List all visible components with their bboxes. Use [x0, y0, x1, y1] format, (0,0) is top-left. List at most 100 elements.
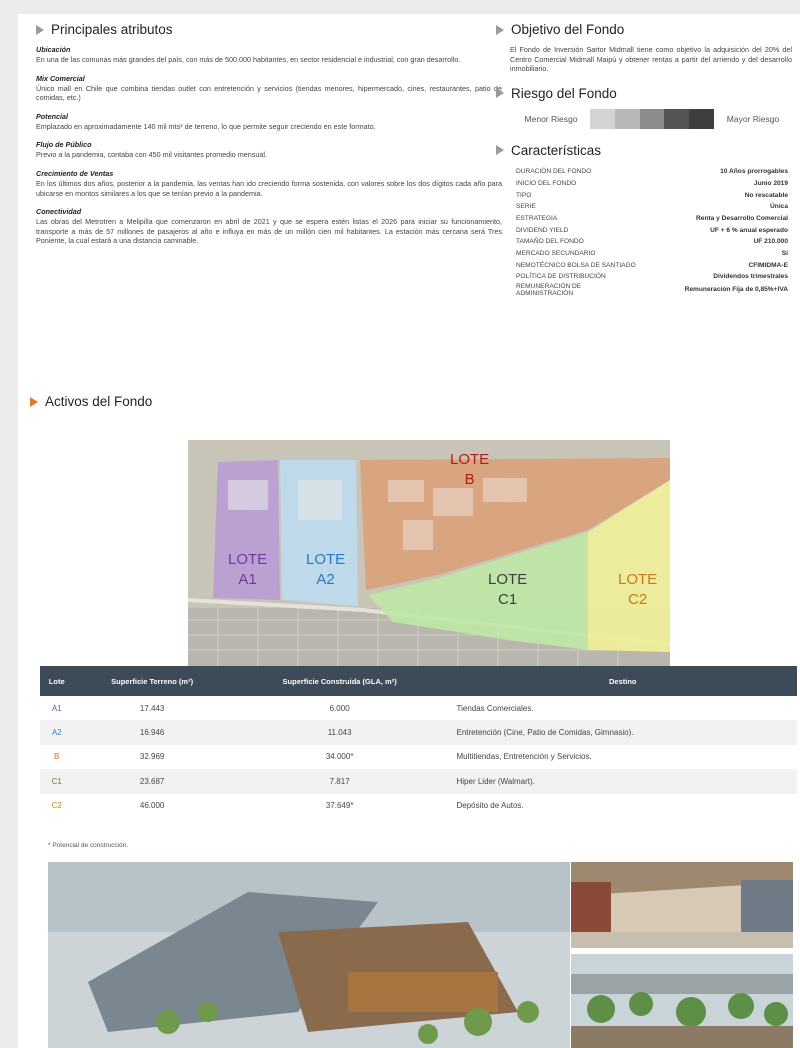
attribute-text: Previo a la pandemia, contaba con 450 mi…	[36, 150, 267, 160]
construida-cell: 7.817	[230, 769, 449, 794]
risk-level-segment	[664, 108, 690, 129]
caracteristica-row: TIPO No rescatable	[516, 189, 788, 201]
lot-label: LOTE B	[450, 450, 489, 490]
caracteristica-value: No rescatable	[744, 191, 788, 199]
attribute-title: Flujo de Público	[36, 140, 92, 150]
lot-label-id: B	[464, 471, 475, 488]
bullet-triangle-icon	[30, 396, 38, 407]
risk-level-segment	[590, 108, 615, 129]
caracteristica-key: SERIE	[516, 203, 536, 211]
attribute-text: Las obras del Metrotren a Melipilla que …	[36, 217, 502, 246]
lotes-header-cell: Superficie Terreno (m²)	[73, 666, 231, 696]
terreno-cell: 32.969	[139, 752, 165, 762]
construida-cell: 34.000*	[325, 752, 354, 762]
caracteristica-row: SERIE Única	[516, 201, 788, 213]
document-page: Principales atributos Ubicación En una de…	[18, 14, 800, 1048]
caracteristica-key: TAMAÑO DEL FONDO	[516, 238, 584, 246]
bullet-triangle-icon	[496, 24, 504, 35]
caracteristica-value: Dividendos trimestrales	[713, 273, 788, 281]
lot-label-word: LOTE	[306, 551, 346, 568]
objetivo-text: El Fondo de Inversión Sartor Midmall tie…	[510, 45, 792, 74]
caracteristica-value: Sí	[781, 249, 788, 257]
objetivo-heading: Objetivo del Fondo	[496, 22, 796, 37]
caracteristica-value: UF + 6 % anual esperado	[710, 226, 788, 234]
caracteristica-key: POLÍTICA DE DISTRIBUCIÓN	[516, 273, 606, 281]
attribute-title: Potencial	[36, 111, 68, 121]
table-row: C2 46.000 37.649* Depósito de Autos.	[40, 794, 797, 818]
caracteristica-key: MERCADO SECUNDARIO	[516, 249, 596, 257]
right-column: Objetivo del Fondo El Fondo de Inversión…	[496, 22, 796, 297]
lotes-header-cell: Destino	[448, 666, 797, 696]
lotes-header-cell: Superficie Construida (GLA, m²)	[230, 666, 449, 696]
lot-label-id: C1	[498, 591, 518, 608]
bullet-triangle-icon	[496, 145, 504, 156]
lot-label-id: C2	[628, 591, 648, 608]
lot-label-word: LOTE	[228, 551, 268, 568]
lot-label-word: LOTE	[450, 451, 490, 468]
lote-cell: C1	[40, 769, 74, 794]
caracteristica-row: NEMOTÉCNICO BOLSA DE SANTIAGO CFIMIDMA-E	[516, 259, 788, 271]
mall-aerial-photo	[48, 862, 570, 1048]
risk-bar	[590, 108, 714, 129]
risk-level-segment	[689, 108, 714, 129]
caracteristica-row: DURACIÓN DEL FONDO 10 Años prorrogables	[516, 166, 788, 178]
lote-cell: B	[54, 752, 60, 762]
risk-scale: Menor Riesgo Mayor Riesgo	[516, 108, 796, 129]
lotes-header-cell: Lote	[40, 666, 74, 696]
attribute-list: Ubicación En una de las comunas más grand…	[36, 45, 502, 246]
caracteristicas-heading: Características	[496, 143, 796, 158]
attribute-title: Mix Comercial	[36, 73, 85, 83]
table-row: A2 16.946 11.043 Entretención (Cine, Patio …	[40, 720, 797, 745]
lot-label: LOTE A2	[306, 550, 345, 590]
caracteristica-row: DIVIDEND YIELD UF + 6 % anual esperado	[516, 224, 788, 236]
destino-cell: Tiendas Comerciales.	[456, 703, 534, 713]
riesgo-heading: Riesgo del Fondo	[496, 86, 796, 101]
caracteristica-row: MERCADO SECUNDARIO Sí	[516, 248, 788, 260]
riesgo-title: Riesgo del Fondo	[511, 85, 617, 101]
lot-label-id: A2	[316, 571, 335, 588]
caracteristica-value: UF 210.000	[753, 238, 788, 246]
construida-cell: 11.043	[230, 720, 449, 745]
attribute-text: Emplazado en aproximadamente 140 mil mts…	[36, 121, 376, 131]
caracteristica-row: TAMAÑO DEL FONDO UF 210.000	[516, 236, 788, 248]
terreno-cell: 16.946	[73, 720, 231, 745]
caracteristica-key: DIVIDEND YIELD	[516, 226, 569, 234]
attribute-text: En los últimos dos años, posterior a la …	[36, 178, 502, 198]
caracteristica-key: NEMOTÉCNICO BOLSA DE SANTIAGO	[516, 261, 636, 269]
construida-cell: 37.649*	[325, 801, 354, 811]
activos-title: Activos del Fondo	[45, 394, 153, 409]
terreno-cell: 23.687	[73, 769, 231, 794]
caracteristica-value: Junio 2019	[753, 179, 788, 187]
destino-cell: Multitiendas, Entretención y Servicios.	[456, 752, 592, 762]
lot-label: LOTE C2	[618, 570, 657, 610]
attribute-text: En una de las comunas más grandes del pa…	[36, 55, 461, 64]
mall-interior-photo	[571, 862, 793, 948]
terreno-cell: 17.443	[139, 703, 165, 713]
table-row: B 32.969 34.000* Multitiendas, Entretención…	[40, 745, 797, 769]
caracteristica-key: DURACIÓN DEL FONDO	[516, 168, 592, 176]
attribute-text: Único mall en Chile que combina tiendas …	[36, 83, 502, 103]
attribute-item: Potencial Emplazado en aproximadamente 14…	[36, 112, 502, 132]
attribute-title: Ubicación	[36, 45, 71, 54]
mall-terrace-photo	[571, 954, 793, 1048]
caracteristica-value: 10 Años prorrogables	[720, 168, 788, 176]
caracteristicas-table: DURACIÓN DEL FONDO 10 Años prorrogables IN…	[516, 166, 788, 297]
principales-heading: Principales atributos	[36, 22, 502, 37]
risk-low-label: Menor Riesgo	[524, 113, 578, 124]
destino-cell: Depósito de Autos.	[456, 801, 524, 811]
principales-section: Principales atributos Ubicación En una de…	[36, 22, 502, 255]
lot-label-word: LOTE	[618, 571, 658, 588]
principales-title: Principales atributos	[51, 22, 173, 37]
attribute-item: Conectividad Las obras del Metrotren a Me…	[36, 207, 502, 246]
bullet-triangle-icon	[496, 88, 504, 99]
risk-high-label: Mayor Riesgo	[726, 113, 780, 124]
caracteristica-key: REMUNERACIÓN DE ADMINISTRACIÓN	[516, 282, 582, 297]
site-aerial-map: LOTE A1 LOTE A2 LOTE B LOTE C1 LOTE C2	[188, 440, 670, 666]
destino-cell: Hiper Lider (Walmart).	[448, 769, 797, 794]
caracteristica-value: Única	[770, 203, 788, 211]
activos-heading: Activos del Fondo	[30, 394, 152, 409]
risk-level-segment	[614, 108, 640, 129]
caracteristica-row: POLÍTICA DE DISTRIBUCIÓN Dividendos trime…	[516, 271, 788, 283]
risk-level-segment	[639, 108, 665, 129]
bullet-triangle-icon	[36, 24, 44, 35]
